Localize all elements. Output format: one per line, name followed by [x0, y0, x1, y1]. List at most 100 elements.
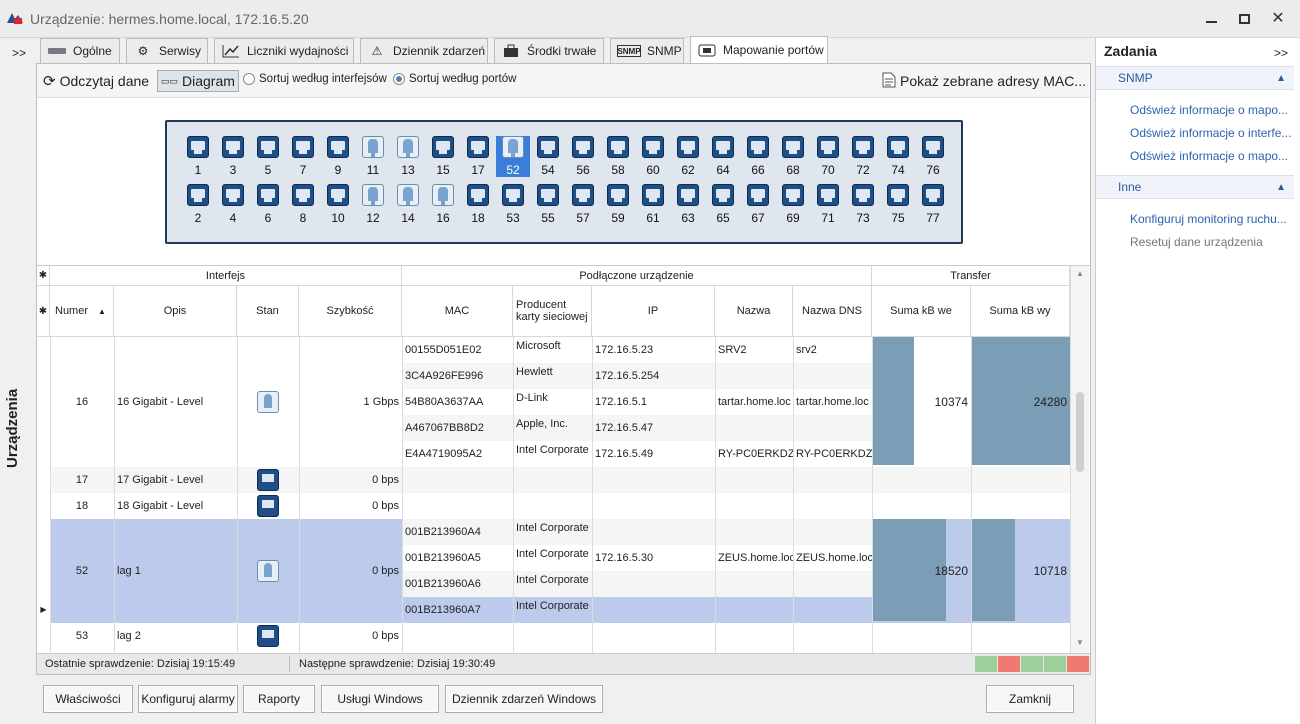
properties-button[interactable]: Właściwości: [43, 685, 133, 713]
close-button[interactable]: Zamknij: [986, 685, 1074, 713]
sort-by-ports-radio[interactable]: Sortuj według portów: [393, 73, 516, 85]
tab-general[interactable]: Ogólne: [40, 38, 120, 63]
port-71[interactable]: 71: [811, 184, 845, 225]
port-15[interactable]: 15: [426, 136, 460, 177]
port-6[interactable]: 6: [251, 184, 285, 225]
port-69[interactable]: 69: [776, 184, 810, 225]
port-8[interactable]: 8: [286, 184, 320, 225]
reports-button[interactable]: Raporty: [243, 685, 315, 713]
radio-button[interactable]: [393, 73, 405, 85]
port-12[interactable]: 12: [356, 184, 390, 225]
port-53[interactable]: 53: [496, 184, 530, 225]
diagram-button[interactable]: ▭▭ Diagram: [157, 70, 239, 92]
port-18[interactable]: 18: [461, 184, 495, 225]
col-speed[interactable]: Szybkość: [299, 286, 402, 337]
port-17[interactable]: 17: [461, 136, 495, 177]
device-mac: 54B80A3637AA: [405, 396, 484, 408]
port-66[interactable]: 66: [741, 136, 775, 177]
windows-eventlog-button[interactable]: Dziennik zdarzeń Windows: [445, 685, 603, 713]
tab-snmp[interactable]: SNMP SNMP: [610, 38, 684, 63]
title-bar: Urządzenie: hermes.home.local, 172.16.5.…: [0, 0, 1300, 38]
port-10[interactable]: 10: [321, 184, 355, 225]
port-16[interactable]: 16: [426, 184, 460, 225]
port-61[interactable]: 61: [636, 184, 670, 225]
port-52[interactable]: 52: [496, 136, 530, 177]
port-1[interactable]: 1: [181, 136, 215, 177]
minimize-button[interactable]: [1200, 8, 1222, 30]
port-62[interactable]: 62: [671, 136, 705, 177]
port-icon: [257, 625, 279, 647]
col-vendor[interactable]: Producent karty sieciowej: [513, 286, 592, 337]
devices-panel-label[interactable]: Urządzenia: [4, 389, 21, 468]
expand-left-button[interactable]: >>: [12, 46, 26, 60]
configure-alarms-button[interactable]: Konfiguruj alarmy: [138, 685, 238, 713]
port-76[interactable]: 76: [916, 136, 950, 177]
col-num[interactable]: Numer ▲: [50, 286, 114, 337]
refresh-button[interactable]: ⟳ Odczytaj dane: [43, 70, 149, 92]
port-65[interactable]: 65: [706, 184, 740, 225]
port-55[interactable]: 55: [531, 184, 565, 225]
chevron-up-icon[interactable]: ▲: [1276, 73, 1286, 84]
chevron-up-icon[interactable]: ▲: [1276, 182, 1286, 193]
task-link[interactable]: Odśwież informacje o mapo...: [1130, 103, 1292, 117]
col-name[interactable]: Nazwa: [715, 286, 793, 337]
port-14[interactable]: 14: [391, 184, 425, 225]
maximize-button[interactable]: [1233, 8, 1255, 30]
port-64[interactable]: 64: [706, 136, 740, 177]
col-dns[interactable]: Nazwa DNS: [793, 286, 872, 337]
port-58[interactable]: 58: [601, 136, 635, 177]
port-73[interactable]: 73: [846, 184, 880, 225]
port-connected-icon: [502, 136, 524, 158]
port-75[interactable]: 75: [881, 184, 915, 225]
col-num-label: Numer: [55, 305, 89, 317]
scrollbar-thumb[interactable]: [1076, 392, 1084, 472]
collapse-tasks-button[interactable]: >>: [1274, 46, 1288, 60]
port-7[interactable]: 7: [286, 136, 320, 177]
toolbar: ⟳ Odczytaj dane ▭▭ Diagram Sortuj według i…: [37, 64, 1090, 98]
port-70[interactable]: 70: [811, 136, 845, 177]
port-56[interactable]: 56: [566, 136, 600, 177]
tab-services[interactable]: ⚙ Serwisy: [126, 38, 208, 63]
port-60[interactable]: 60: [636, 136, 670, 177]
port-4[interactable]: 4: [216, 184, 250, 225]
scroll-up-icon[interactable]: ▲: [1076, 269, 1084, 278]
port-13[interactable]: 13: [391, 136, 425, 177]
tab-assets[interactable]: Środki trwałe: [494, 38, 604, 63]
port-5[interactable]: 5: [251, 136, 285, 177]
tab-event-log[interactable]: ⚠ Dziennik zdarzeń: [360, 38, 488, 63]
task-link[interactable]: Odśwież informacje o mapo...: [1130, 149, 1292, 163]
col-in[interactable]: Suma kB we: [872, 286, 971, 337]
windows-services-button[interactable]: Usługi Windows: [321, 685, 439, 713]
port-3[interactable]: 3: [216, 136, 250, 177]
sort-by-interfaces-radio[interactable]: Sortuj według interfejsów: [243, 73, 387, 85]
port-9[interactable]: 9: [321, 136, 355, 177]
col-desc[interactable]: Opis: [114, 286, 237, 337]
port-59[interactable]: 59: [601, 184, 635, 225]
tab-port-mapping[interactable]: Mapowanie portów: [690, 36, 828, 63]
col-mac[interactable]: MAC: [402, 286, 513, 337]
port-72[interactable]: 72: [846, 136, 880, 177]
port-57[interactable]: 57: [566, 184, 600, 225]
device-name: [718, 415, 793, 441]
task-link[interactable]: Odśwież informacje o interfe...: [1130, 126, 1292, 140]
col-ip[interactable]: IP: [592, 286, 715, 337]
col-out[interactable]: Suma kB wy: [971, 286, 1070, 337]
tab-performance[interactable]: Liczniki wydajności: [214, 38, 354, 63]
port-67[interactable]: 67: [741, 184, 775, 225]
section-snmp[interactable]: SNMP ▲: [1096, 66, 1294, 90]
close-window-button[interactable]: ✕: [1267, 8, 1289, 30]
section-other[interactable]: Inne ▲: [1096, 175, 1294, 199]
scroll-down-icon[interactable]: ▼: [1076, 638, 1084, 647]
port-77[interactable]: 77: [916, 184, 950, 225]
port-54[interactable]: 54: [531, 136, 565, 177]
vertical-scrollbar[interactable]: ▲ ▼: [1071, 266, 1089, 655]
radio-button[interactable]: [243, 73, 255, 85]
port-74[interactable]: 74: [881, 136, 915, 177]
port-11[interactable]: 11: [356, 136, 390, 177]
task-link[interactable]: Konfiguruj monitoring ruchu...: [1130, 212, 1292, 226]
port-2[interactable]: 2: [181, 184, 215, 225]
port-63[interactable]: 63: [671, 184, 705, 225]
port-68[interactable]: 68: [776, 136, 810, 177]
show-mac-button[interactable]: Pokaż zebrane adresy MAC...: [882, 70, 1086, 92]
col-state[interactable]: Stan: [237, 286, 299, 337]
